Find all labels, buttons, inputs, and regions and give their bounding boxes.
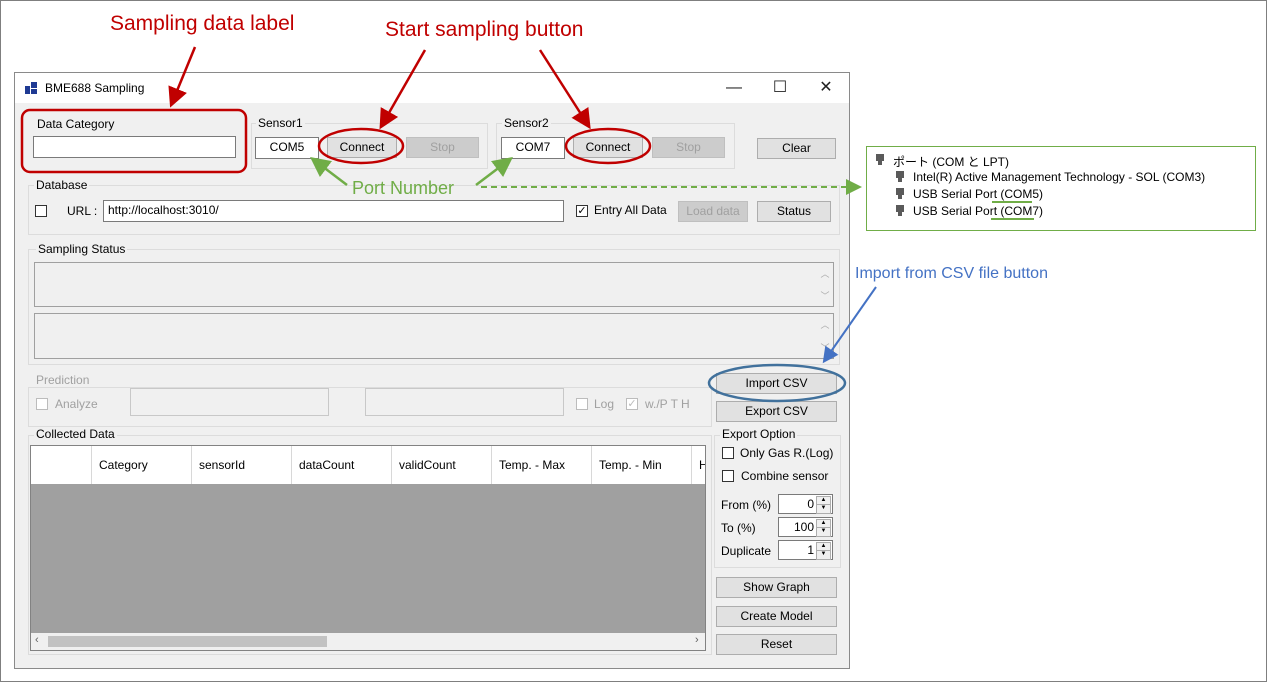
arrow-to-sensor1-port bbox=[310, 156, 348, 186]
arrow-to-sensor2-port bbox=[475, 156, 513, 186]
sensor1-connect-highlight bbox=[317, 127, 405, 165]
arrow-to-sensor2-connect bbox=[538, 49, 591, 130]
arrow-to-data-category bbox=[168, 46, 197, 108]
data-category-highlight bbox=[20, 108, 248, 174]
arrow-to-import-csv bbox=[822, 286, 877, 364]
arrow-to-sensor1-connect bbox=[379, 49, 427, 130]
sensor2-connect-highlight bbox=[564, 127, 652, 165]
import-csv-highlight bbox=[707, 363, 847, 403]
annotation-overlay bbox=[20, 46, 1034, 403]
